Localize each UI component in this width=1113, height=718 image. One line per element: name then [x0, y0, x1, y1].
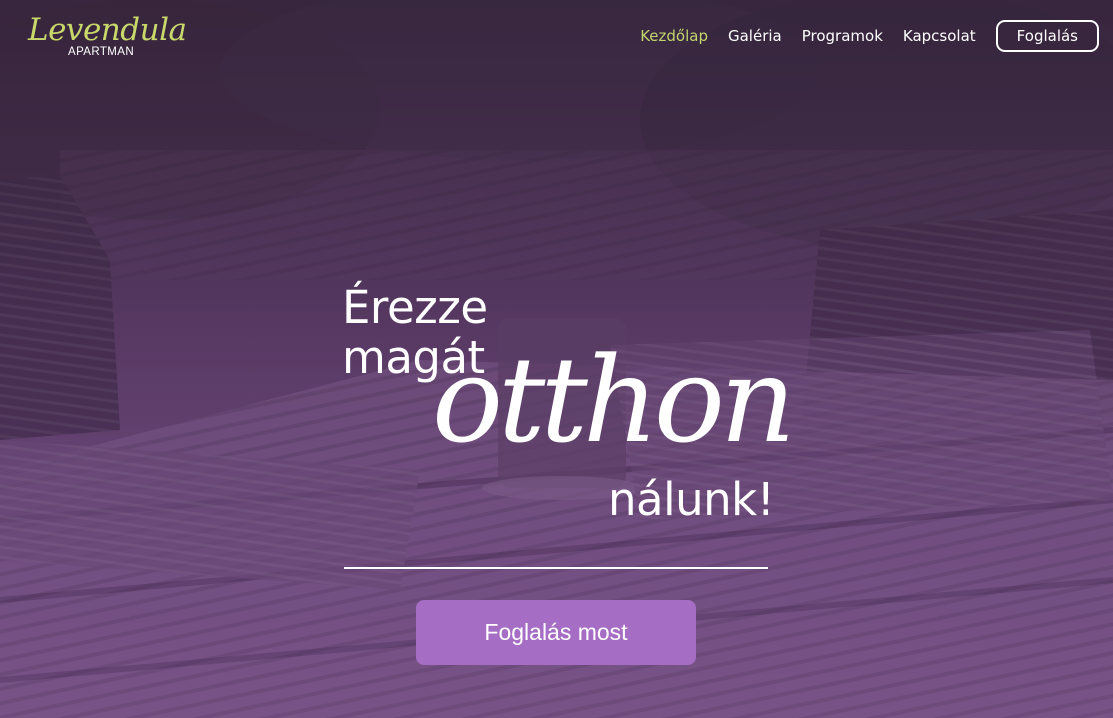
nav-item-home[interactable]: Kezdőlap — [640, 27, 708, 45]
headline-line-1: Érezze — [342, 281, 488, 334]
logo-sub-name: APARTMAN — [68, 46, 135, 58]
main-nav: Kezdőlap Galéria Programok Kapcsolat Fog… — [620, 20, 1099, 52]
nav-item-programs[interactable]: Programok — [802, 27, 883, 45]
logo-script-name: Levendula — [28, 12, 187, 48]
brand-logo[interactable]: Levendula APARTMAN — [28, 12, 187, 62]
headline-line-4: nálunk! — [608, 473, 775, 526]
hero-divider — [344, 567, 768, 569]
nav-item-contact[interactable]: Kapcsolat — [903, 27, 976, 45]
book-now-button[interactable]: Foglalás most — [416, 600, 696, 665]
nav-booking-button[interactable]: Foglalás — [995, 20, 1099, 52]
nav-item-gallery[interactable]: Galéria — [728, 27, 782, 45]
headline-script-word: otthon — [432, 331, 796, 469]
